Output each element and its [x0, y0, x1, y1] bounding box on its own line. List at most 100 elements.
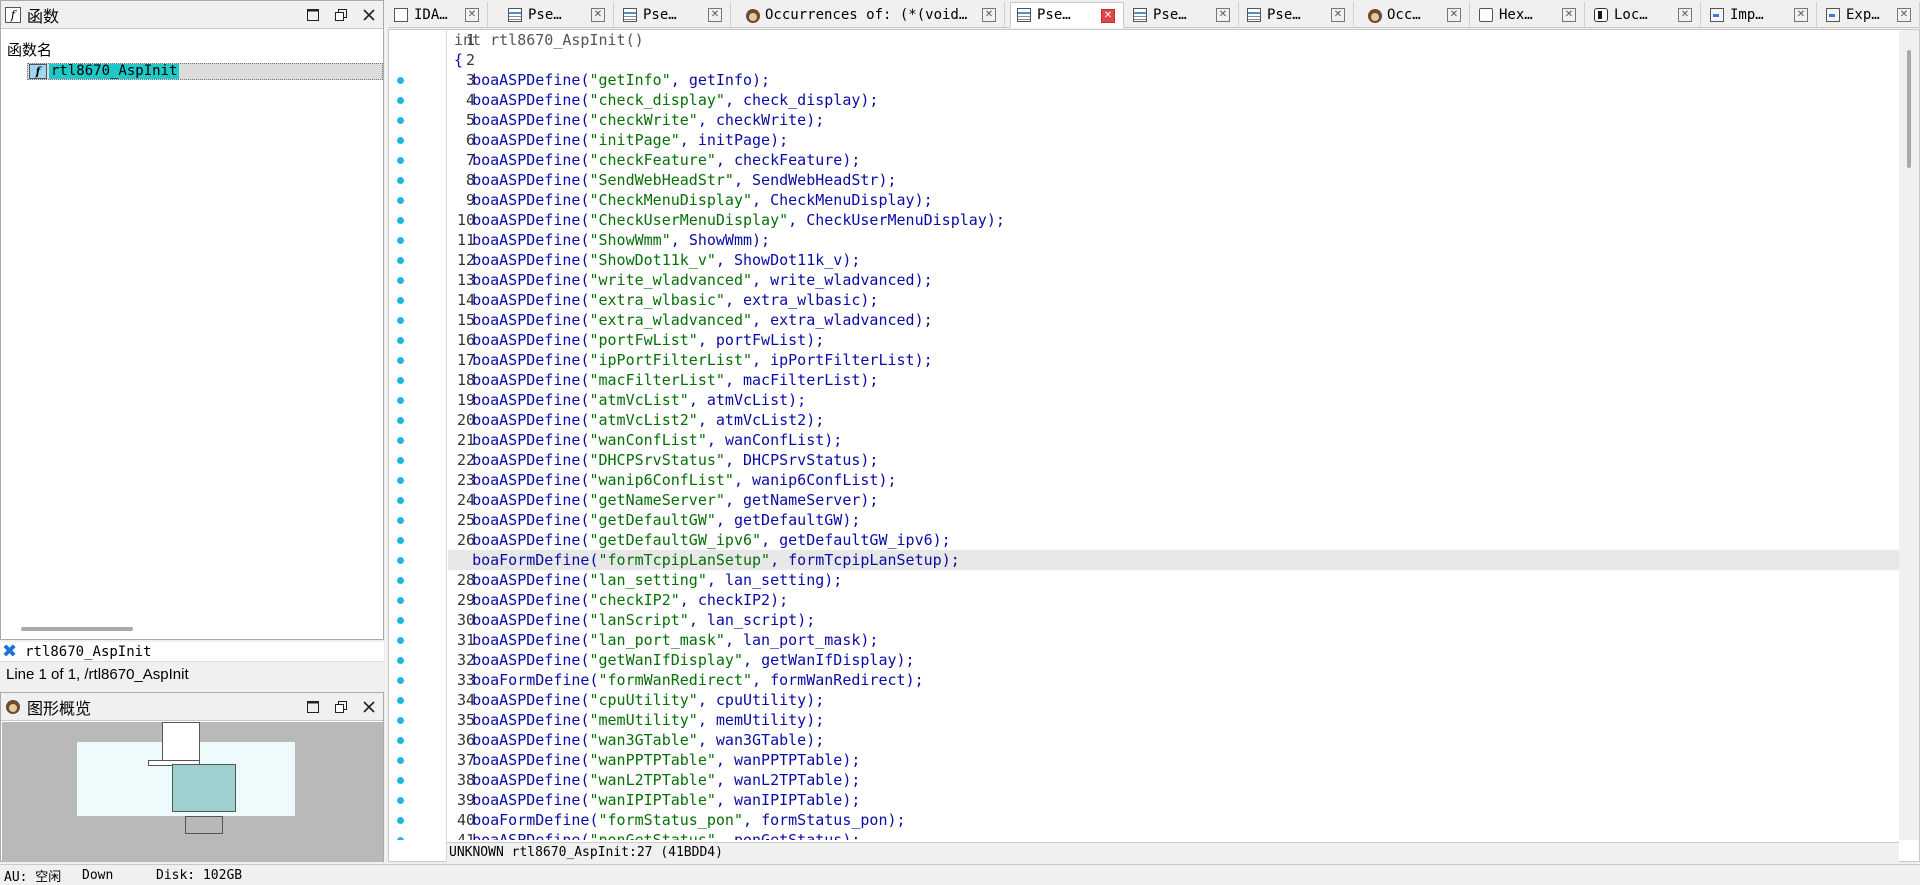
- breakpoint-dot-icon[interactable]: [397, 257, 404, 264]
- breakpoint-dot-icon[interactable]: [397, 137, 404, 144]
- code-line[interactable]: 28 boaASPDefine("lan_setting", lan_setti…: [389, 570, 1899, 590]
- breakpoint-dot-icon[interactable]: [397, 477, 404, 484]
- breakpoint-dot-icon[interactable]: [397, 657, 404, 664]
- breakpoint-dot-icon[interactable]: [397, 97, 404, 104]
- code-text[interactable]: boaASPDefine("ponGetStatus", ponGetStatu…: [448, 830, 1899, 840]
- code-text[interactable]: boaASPDefine("lanScript", lan_script);: [448, 610, 1899, 630]
- code-line[interactable]: 34 boaASPDefine("cpuUtility", cpuUtility…: [389, 690, 1899, 710]
- code-text[interactable]: boaFormDefine("formWanRedirect", formWan…: [448, 670, 1899, 690]
- float-icon[interactable]: [331, 697, 351, 717]
- code-line[interactable]: 38 boaASPDefine("wanL2TPTable", wanL2TPT…: [389, 770, 1899, 790]
- tab-2[interactable]: Pse… ✕: [502, 2, 614, 28]
- code-line[interactable]: 14 boaASPDefine("extra_wlbasic", extra_w…: [389, 290, 1899, 310]
- tab-close-icon[interactable]: ✕: [465, 8, 479, 22]
- breakpoint-dot-icon[interactable]: [397, 157, 404, 164]
- close-icon[interactable]: [359, 5, 379, 25]
- breakpoint-dot-icon[interactable]: [397, 717, 404, 724]
- pseudocode-view[interactable]: 1 int rtl8670_AspInit() 2{3 boaASPDefine("…: [388, 29, 1920, 862]
- breakpoint-dot-icon[interactable]: [397, 217, 404, 224]
- vertical-scrollbar[interactable]: [1899, 30, 1919, 840]
- code-text[interactable]: boaASPDefine("getNameServer", getNameSer…: [448, 490, 1899, 510]
- code-text[interactable]: boaASPDefine("wan3GTable", wan3GTable);: [448, 730, 1899, 750]
- code-text[interactable]: boaASPDefine("CheckUserMenuDisplay", Che…: [448, 210, 1899, 230]
- breakpoint-dot-icon[interactable]: [397, 117, 404, 124]
- breakpoint-dot-icon[interactable]: [397, 417, 404, 424]
- code-line[interactable]: 1 int rtl8670_AspInit(): [389, 30, 1899, 50]
- tab-8[interactable]: Occ… ✕: [1357, 2, 1470, 28]
- tab-close-icon[interactable]: ✕: [1216, 8, 1230, 22]
- code-text[interactable]: boaASPDefine("checkWrite", checkWrite);: [448, 110, 1899, 130]
- breakpoint-dot-icon[interactable]: [397, 277, 404, 284]
- code-text[interactable]: boaASPDefine("memUtility", memUtility);: [448, 710, 1899, 730]
- search-direction[interactable]: Down: [82, 868, 113, 883]
- code-line[interactable]: 10 boaASPDefine("CheckUserMenuDisplay", …: [389, 210, 1899, 230]
- code-text[interactable]: boaASPDefine("DHCPSrvStatus", DHCPSrvSta…: [448, 450, 1899, 470]
- breakpoint-dot-icon[interactable]: [397, 797, 404, 804]
- tab-3[interactable]: Pse… ✕: [617, 2, 731, 28]
- breakpoint-dot-icon[interactable]: [397, 537, 404, 544]
- code-text[interactable]: boaASPDefine("wanL2TPTable", wanL2TPTabl…: [448, 770, 1899, 790]
- breakpoint-dot-icon[interactable]: [397, 757, 404, 764]
- filter-input[interactable]: rtl8670_AspInit: [25, 644, 151, 660]
- breakpoint-dot-icon[interactable]: [397, 517, 404, 524]
- code-line[interactable]: 30 boaASPDefine("lanScript", lan_script)…: [389, 610, 1899, 630]
- code-text[interactable]: boaASPDefine("macFilterList", macFilterL…: [448, 370, 1899, 390]
- code-text[interactable]: boaASPDefine("atmVcList2", atmVcList2);: [448, 410, 1899, 430]
- breakpoint-dot-icon[interactable]: [397, 317, 404, 324]
- code-line[interactable]: 36 boaASPDefine("wan3GTable", wan3GTable…: [389, 730, 1899, 750]
- code-text[interactable]: {: [448, 50, 1899, 70]
- code-line[interactable]: 9 boaASPDefine("CheckMenuDisplay", Check…: [389, 190, 1899, 210]
- tab-7[interactable]: Pse… ✕: [1241, 2, 1354, 28]
- code-text[interactable]: boaASPDefine("checkFeature", checkFeatur…: [448, 150, 1899, 170]
- tab-close-icon[interactable]: ✕: [1794, 8, 1808, 22]
- tab-close-icon[interactable]: ✕: [1331, 8, 1345, 22]
- code-line[interactable]: 18 boaASPDefine("macFilterList", macFilt…: [389, 370, 1899, 390]
- code-line[interactable]: 31 boaASPDefine("lan_port_mask", lan_por…: [389, 630, 1899, 650]
- breakpoint-dot-icon[interactable]: [397, 77, 404, 84]
- code-text[interactable]: boaASPDefine("wanPPTPTable", wanPPTPTabl…: [448, 750, 1899, 770]
- breakpoint-dot-icon[interactable]: [397, 677, 404, 684]
- maximize-icon[interactable]: [303, 5, 323, 25]
- breakpoint-dot-icon[interactable]: [397, 557, 404, 564]
- code-text[interactable]: boaASPDefine("extra_wladvanced", extra_w…: [448, 310, 1899, 330]
- code-line[interactable]: 41 boaASPDefine("ponGetStatus", ponGetSt…: [389, 830, 1899, 840]
- breakpoint-dot-icon[interactable]: [397, 777, 404, 784]
- tab-1[interactable]: IDA… ✕: [388, 2, 488, 28]
- tab-close-icon[interactable]: ✕: [1678, 8, 1692, 22]
- code-text[interactable]: boaASPDefine("extra_wlbasic", extra_wlba…: [448, 290, 1899, 310]
- code-text[interactable]: boaFormDefine("formStatus_pon", formStat…: [448, 810, 1899, 830]
- code-text[interactable]: boaASPDefine("wanIPIPTable", wanIPIPTabl…: [448, 790, 1899, 810]
- code-line[interactable]: 25 boaASPDefine("getDefaultGW", getDefau…: [389, 510, 1899, 530]
- horizontal-scrollbar[interactable]: [21, 627, 133, 631]
- code-text[interactable]: boaASPDefine("getWanIfDisplay", getWanIf…: [448, 650, 1899, 670]
- tab-5[interactable]: Pse… ✕: [1010, 2, 1124, 28]
- tab-10[interactable]: Loc… ✕: [1588, 2, 1701, 28]
- code-line[interactable]: 20 boaASPDefine("atmVcList2", atmVcList2…: [389, 410, 1899, 430]
- tab-11[interactable]: Imp… ✕: [1704, 2, 1817, 28]
- breakpoint-dot-icon[interactable]: [397, 357, 404, 364]
- breakpoint-dot-icon[interactable]: [397, 437, 404, 444]
- code-text[interactable]: boaASPDefine("CheckMenuDisplay", CheckMe…: [448, 190, 1899, 210]
- graph-overview-canvas[interactable]: [2, 722, 383, 862]
- breakpoint-dot-icon[interactable]: [397, 697, 404, 704]
- tab-6[interactable]: Pse… ✕: [1127, 2, 1239, 28]
- float-icon[interactable]: [331, 5, 351, 25]
- breakpoint-dot-icon[interactable]: [397, 597, 404, 604]
- code-line[interactable]: 24 boaASPDefine("getNameServer", getName…: [389, 490, 1899, 510]
- code-line[interactable]: 17 boaASPDefine("ipPortFilterList", ipPo…: [389, 350, 1899, 370]
- breakpoint-dot-icon[interactable]: [397, 177, 404, 184]
- breakpoint-dot-icon[interactable]: [397, 197, 404, 204]
- code-line[interactable]: 23 boaASPDefine("wanip6ConfList", wanip6…: [389, 470, 1899, 490]
- breakpoint-dot-icon[interactable]: [397, 297, 404, 304]
- breakpoint-dot-icon[interactable]: [397, 617, 404, 624]
- tab-close-icon[interactable]: ✕: [1447, 8, 1461, 22]
- breakpoint-dot-icon[interactable]: [397, 817, 404, 824]
- code-text[interactable]: boaASPDefine("checkIP2", checkIP2);: [448, 590, 1899, 610]
- breakpoint-dot-icon[interactable]: [397, 397, 404, 404]
- code-line[interactable]: 21 boaASPDefine("wanConfList", wanConfLi…: [389, 430, 1899, 450]
- breakpoint-dot-icon[interactable]: [397, 737, 404, 744]
- close-icon[interactable]: [359, 697, 379, 717]
- code-lines[interactable]: 1 int rtl8670_AspInit() 2{3 boaASPDefine("…: [389, 30, 1899, 840]
- code-text[interactable]: boaASPDefine("getDefaultGW_ipv6", getDef…: [448, 530, 1899, 550]
- code-text[interactable]: boaASPDefine("cpuUtility", cpuUtility);: [448, 690, 1899, 710]
